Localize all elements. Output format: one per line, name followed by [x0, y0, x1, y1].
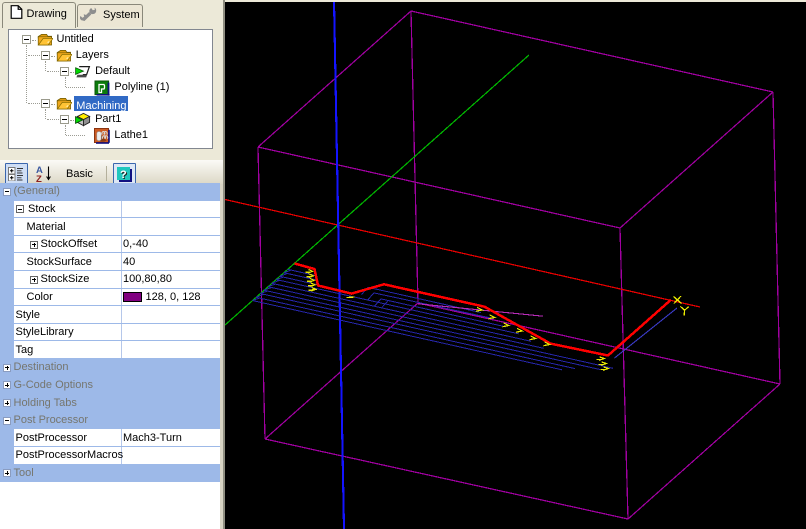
- svg-text:Z: Z: [36, 174, 42, 183]
